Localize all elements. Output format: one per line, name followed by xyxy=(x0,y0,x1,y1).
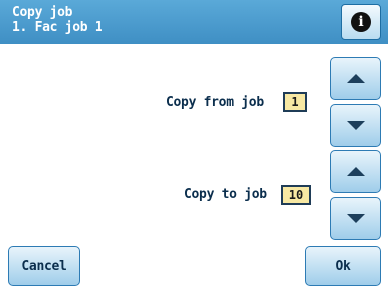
cancel-button[interactable]: Cancel xyxy=(8,246,80,286)
info-icon: i xyxy=(351,12,371,32)
copy-to-value: 10 xyxy=(281,185,311,205)
copy-from-down-button[interactable] xyxy=(330,104,381,147)
arrow-up-icon xyxy=(346,167,365,176)
copy-from-value: 1 xyxy=(283,92,307,112)
arrow-up-icon xyxy=(346,74,365,83)
copy-from-label: Copy from job xyxy=(166,95,264,110)
copy-to-label: Copy to job xyxy=(184,187,267,202)
copy-from-up-button[interactable] xyxy=(330,57,381,100)
info-button[interactable]: i xyxy=(341,4,381,40)
arrow-down-icon xyxy=(346,214,365,223)
ok-button[interactable]: Ok xyxy=(305,246,381,286)
title-bar: Copy job 1. Fac job 1 i xyxy=(0,0,388,44)
arrow-down-icon xyxy=(346,121,365,130)
copy-to-up-button[interactable] xyxy=(330,150,381,193)
copy-to-down-button[interactable] xyxy=(330,197,381,240)
cancel-button-label: Cancel xyxy=(21,258,67,274)
page-subtitle: 1. Fac job 1 xyxy=(12,20,103,35)
ok-button-label: Ok xyxy=(335,258,351,274)
page-title: Copy job xyxy=(12,5,73,20)
